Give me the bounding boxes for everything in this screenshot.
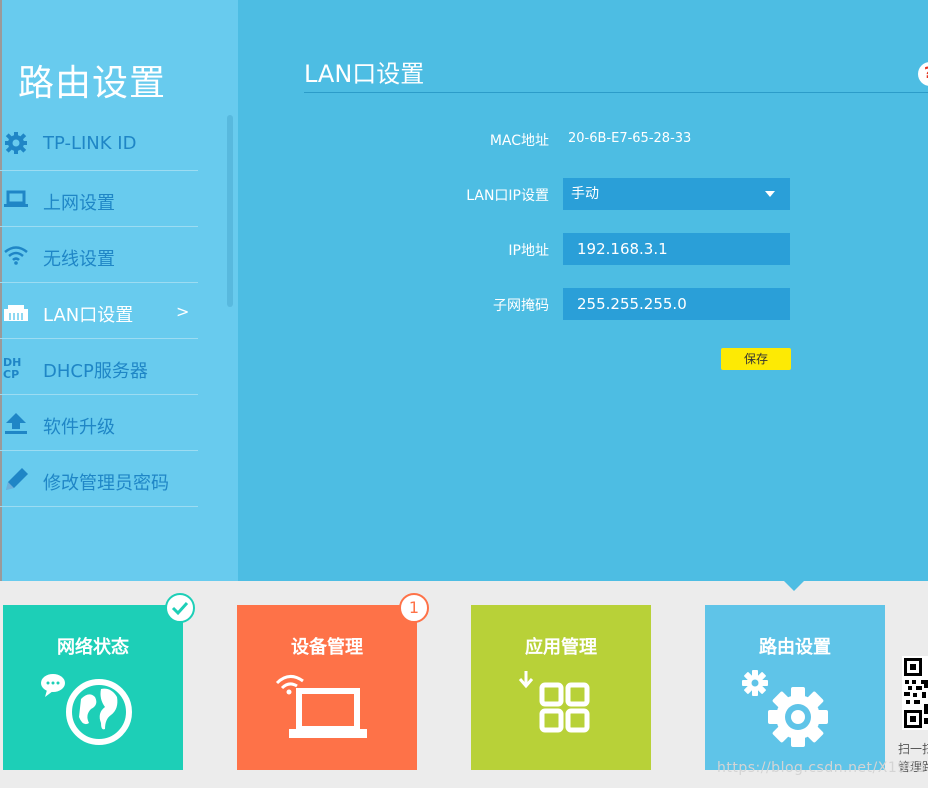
- tile-label: 网络状态: [57, 637, 129, 658]
- app-grid-icon: [518, 671, 590, 733]
- ip-address-input[interactable]: 192.168.3.1: [563, 233, 790, 265]
- main-panel: LAN口设置 ? MAC地址 20-6B-E7-65-28-33 LAN口IP设…: [238, 0, 928, 581]
- mac-label: MAC地址: [489, 133, 549, 149]
- sidebar-title: 路由设置: [18, 63, 167, 104]
- title-divider: [304, 92, 928, 93]
- ip-label: IP地址: [508, 243, 549, 259]
- tile-network-status[interactable]: 网络状态: [3, 605, 183, 770]
- notification-count-badge: 1: [399, 593, 429, 623]
- sidebar-item-dhcp[interactable]: DH CP DHCP服务器: [0, 339, 198, 395]
- sidebar: 路由设置 TP-LINK ID 上网设置 无线设置 LAN口设置 > DH CP…: [0, 0, 238, 581]
- source-watermark: https://blog.csdn.net/X1993: [717, 760, 926, 776]
- page-title: LAN口设置: [304, 60, 425, 88]
- qr-code-image: [902, 656, 928, 730]
- checkmark-icon: [171, 601, 189, 616]
- globe-chat-icon: [41, 674, 132, 745]
- mask-label: 子网掩码: [493, 298, 549, 314]
- sidebar-item-label: 无线设置: [43, 249, 115, 270]
- mac-value: 20-6B-E7-65-28-33: [568, 131, 692, 146]
- tile-router-settings[interactable]: 路由设置: [705, 605, 885, 770]
- sidebar-item-firmware[interactable]: 软件升级: [0, 395, 198, 451]
- tile-app-management[interactable]: 应用管理: [471, 605, 651, 770]
- sidebar-item-admin-password[interactable]: 修改管理员密码: [0, 451, 198, 507]
- upload-icon: [5, 413, 27, 434]
- sidebar-item-tplink-id[interactable]: TP-LINK ID: [0, 115, 198, 171]
- lan-ip-mode-label: LAN口IP设置: [466, 188, 549, 204]
- sidebar-item-label: TP-LINK ID: [43, 133, 137, 154]
- dhcp-icon: DH CP: [3, 356, 21, 379]
- lan-ip-mode-select[interactable]: 手动: [563, 178, 790, 210]
- laptop-wifi-icon: [275, 675, 367, 738]
- sidebar-item-internet[interactable]: 上网设置: [0, 171, 198, 227]
- qr-caption-line1: 扫一扫: [898, 742, 928, 756]
- dropdown-arrow-icon: [765, 191, 775, 197]
- tile-device-management[interactable]: 设备管理: [237, 605, 417, 770]
- chevron-right-icon: >: [176, 302, 190, 321]
- sidebar-item-label: 修改管理员密码: [43, 473, 169, 494]
- pencil-icon: [6, 468, 28, 490]
- sidebar-item-label: 软件升级: [43, 417, 115, 438]
- save-button[interactable]: 保存: [721, 348, 791, 370]
- sidebar-item-label: 上网设置: [43, 193, 115, 214]
- tile-label: 路由设置: [759, 637, 831, 658]
- wifi-icon: [4, 246, 28, 265]
- sidebar-item-wireless[interactable]: 无线设置: [0, 227, 198, 283]
- sidebar-item-lan[interactable]: LAN口设置 >: [0, 283, 198, 339]
- sidebar-item-label: LAN口设置: [43, 305, 134, 326]
- status-ok-badge: [165, 593, 195, 623]
- tile-label: 应用管理: [525, 637, 597, 658]
- sidebar-menu: TP-LINK ID 上网设置 无线设置 LAN口设置 > DH CP DHCP…: [0, 115, 198, 507]
- lan-ip-mode-value: 手动: [571, 186, 599, 202]
- svg-text:CP: CP: [3, 368, 19, 379]
- lan-port-icon: [4, 305, 28, 321]
- laptop-icon: [4, 190, 28, 207]
- gears-icon: [742, 670, 828, 747]
- sidebar-scrollbar[interactable]: [227, 115, 233, 307]
- gear-icon: [5, 132, 27, 154]
- help-icon[interactable]: ?: [918, 62, 928, 86]
- sidebar-item-label: DHCP服务器: [43, 361, 148, 382]
- active-tile-pointer: [784, 581, 804, 591]
- tile-label: 设备管理: [291, 637, 363, 658]
- subnet-mask-input[interactable]: 255.255.255.0: [563, 288, 790, 320]
